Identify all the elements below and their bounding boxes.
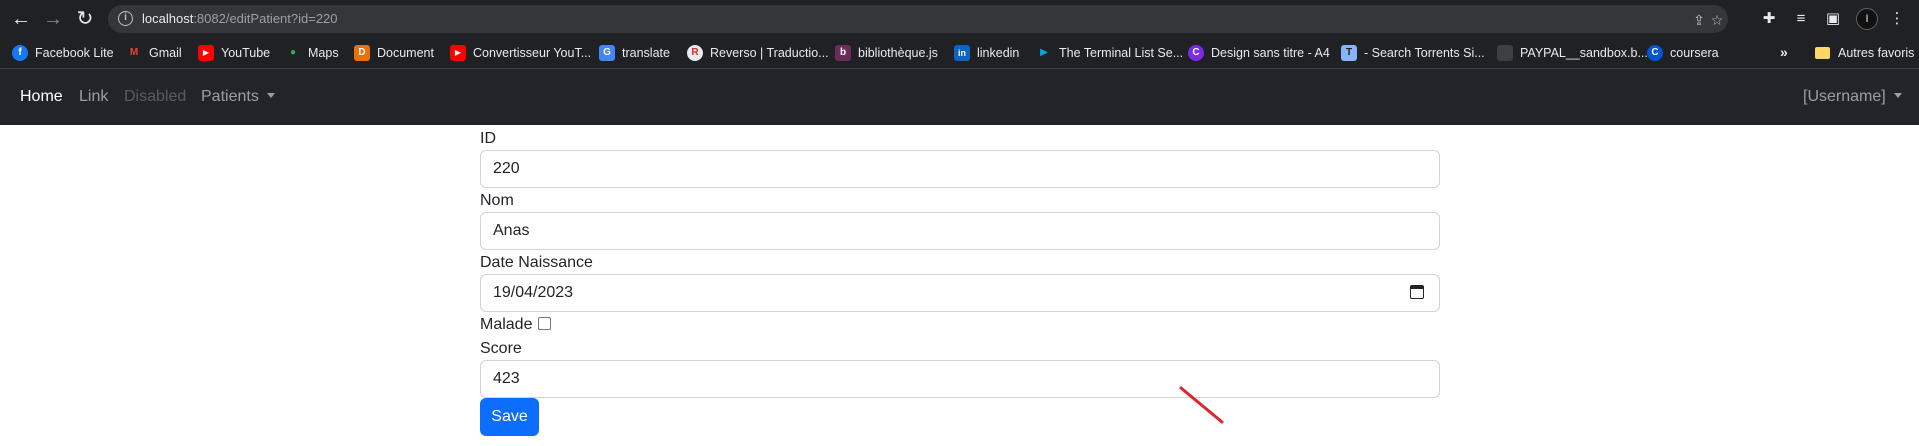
- youtube-icon: ▶: [198, 45, 214, 61]
- facebook-icon: f: [12, 45, 28, 61]
- bookmark-label: Reverso | Traductio...: [710, 46, 829, 60]
- nav-username-label: [Username]: [1803, 88, 1886, 105]
- canva-icon: C: [1188, 45, 1204, 61]
- bookmark-label: Maps: [308, 46, 339, 60]
- more-menu-icon[interactable]: ⋮: [1886, 8, 1908, 30]
- paypal-icon: [1497, 45, 1513, 61]
- bookmark-item[interactable]: ▶ YouTube: [198, 38, 270, 68]
- bookmark-item[interactable]: C Design sans titre - A4: [1188, 38, 1330, 68]
- nav-disabled: Disabled: [124, 88, 187, 105]
- media-queue-icon[interactable]: ≡: [1790, 8, 1812, 30]
- other-bookmarks-folder[interactable]: Autres favoris: [1815, 38, 1914, 68]
- bookmark-item[interactable]: ● Maps: [285, 38, 339, 68]
- bookmark-item[interactable]: PAYPAL__sandbox.b...: [1497, 38, 1648, 68]
- calendar-icon[interactable]: [1410, 285, 1424, 299]
- address-url[interactable]: localhost:8082/editPatient?id=220: [142, 11, 338, 27]
- url-host: localhost: [142, 11, 194, 26]
- bookmark-item[interactable]: Ccoursera: [1647, 38, 1719, 68]
- bookmark-item[interactable]: b bibliothèque.js: [835, 38, 938, 68]
- bookmark-item[interactable]: Gtranslate: [599, 38, 670, 68]
- bookmark-label: Design sans titre - A4: [1211, 46, 1330, 60]
- bookmark-label: Document: [377, 46, 434, 60]
- nav-link[interactable]: Link: [79, 69, 108, 125]
- site-info-icon[interactable]: i: [118, 11, 133, 26]
- bookmark-label: PAYPAL__sandbox.b...: [1520, 46, 1648, 60]
- bookmarks-bar: f Facebook Lite M Gmail ▶ YouTube ● Maps D Do…: [0, 38, 1919, 69]
- linkedin-icon: in: [954, 45, 970, 61]
- bookmark-label: coursera: [1670, 46, 1719, 60]
- bookmark-label: linkedin: [977, 46, 1020, 60]
- score-field[interactable]: [480, 360, 1440, 398]
- coursera-icon: C: [1647, 45, 1663, 61]
- maps-icon: ●: [289, 47, 297, 58]
- id-field[interactable]: [480, 150, 1440, 188]
- app-navbar: Home Link Disabled Patients [Username]: [0, 69, 1919, 125]
- profile-avatar[interactable]: I: [1856, 8, 1878, 30]
- bookmark-item[interactable]: R Reverso | Traductio...: [687, 38, 829, 68]
- address-bar[interactable]: i localhost:8082/editPatient?id=220 ⇪ ☆: [108, 5, 1728, 33]
- bookmark-item[interactable]: M Gmail: [126, 38, 182, 68]
- score-label: Score: [480, 340, 522, 357]
- bookmark-item[interactable]: in linkedin: [954, 38, 1019, 68]
- chevron-down-icon: [1893, 93, 1902, 98]
- id-label: ID: [480, 130, 496, 147]
- malade-checkbox[interactable]: [538, 317, 551, 330]
- gmail-icon: M: [129, 47, 139, 58]
- save-button[interactable]: Save: [480, 398, 539, 436]
- folder-icon: [1815, 47, 1830, 59]
- back-arrow-icon[interactable]: ←: [9, 7, 33, 31]
- bookmark-label: YouTube: [221, 46, 271, 60]
- date-naissance-field[interactable]: [480, 274, 1440, 312]
- forward-arrow-icon[interactable]: →: [41, 7, 65, 31]
- bookmark-label: bibliothèque.js: [858, 46, 938, 60]
- extensions-icon[interactable]: ✚: [1758, 8, 1780, 30]
- nom-field[interactable]: [480, 212, 1440, 250]
- torrent-icon: T: [1341, 45, 1357, 61]
- bookmark-star-icon[interactable]: ☆: [1708, 11, 1726, 29]
- reverso-icon: R: [687, 45, 703, 61]
- chevron-down-icon: [266, 93, 275, 98]
- library-icon: b: [835, 45, 851, 61]
- translate-icon: G: [599, 45, 615, 61]
- nav-patients-label: Patients: [201, 88, 259, 105]
- bookmark-label: The Terminal List Se...: [1059, 46, 1184, 60]
- bookmark-label: Convertisseur YouT...: [473, 46, 592, 60]
- url-path: :8082/editPatient?id=220: [193, 11, 338, 26]
- bookmarks-overflow-icon[interactable]: »: [1780, 44, 1788, 60]
- bookmark-label: translate: [622, 46, 670, 60]
- youtube-icon: ▶: [450, 45, 466, 61]
- malade-label: Malade: [480, 316, 533, 333]
- reload-icon[interactable]: ↻: [73, 7, 97, 31]
- bookmark-label: - Search Torrents Si...: [1364, 46, 1485, 60]
- nav-patients-dropdown[interactable]: Patients: [201, 69, 275, 125]
- bookmark-label: Autres favoris: [1838, 46, 1915, 60]
- bookmark-item[interactable]: f Facebook Lite: [12, 38, 114, 68]
- bookmark-item[interactable]: D Document: [354, 38, 434, 68]
- browser-toolbar: ← → ↻ i localhost:8082/editPatient?id=22…: [0, 0, 1919, 38]
- bookmark-label: Facebook Lite: [35, 46, 114, 60]
- share-icon[interactable]: ⇪: [1690, 11, 1708, 29]
- bookmark-item[interactable]: T - Search Torrents Si...: [1341, 38, 1485, 68]
- bookmark-label: Gmail: [149, 46, 182, 60]
- bookmark-item[interactable]: ▶ The Terminal List Se...: [1036, 38, 1183, 68]
- bookmark-item[interactable]: ▶ Convertisseur YouT...: [450, 38, 591, 68]
- document-icon: D: [354, 45, 370, 61]
- prime-icon: ▶: [1040, 47, 1048, 58]
- date-naissance-label: Date Naissance: [480, 254, 593, 271]
- side-panel-icon[interactable]: ▣: [1822, 8, 1844, 30]
- nom-label: Nom: [480, 192, 514, 209]
- nav-user-dropdown[interactable]: [Username]: [1803, 69, 1902, 125]
- nav-home[interactable]: Home: [20, 69, 63, 125]
